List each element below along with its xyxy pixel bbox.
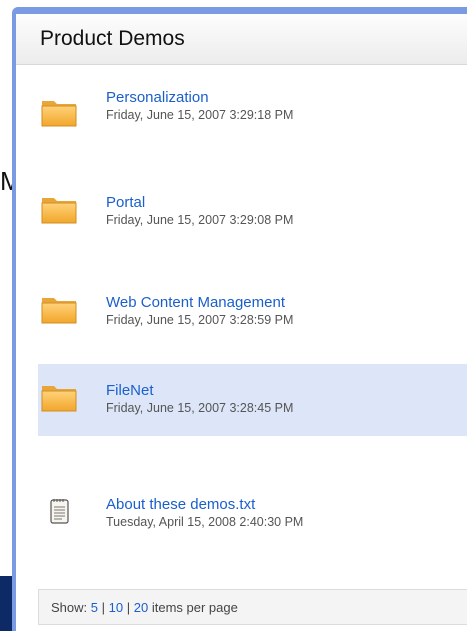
- item-date: Friday, June 15, 2007 3:28:45 PM: [106, 401, 294, 415]
- page-size-20-link[interactable]: 20: [134, 600, 148, 615]
- item-name-link[interactable]: FileNet: [106, 382, 154, 399]
- items-per-page-control: Show: 5 | 10 | 20 items per page: [51, 600, 238, 615]
- item-name-link[interactable]: Portal: [106, 194, 145, 211]
- list-item-portal[interactable]: Portal Friday, June 15, 2007 3:29:08 PM: [38, 184, 467, 256]
- list-item-about-these-demos[interactable]: About these demos.txt Tuesday, April 15,…: [38, 484, 467, 556]
- items-per-page-label: items per page: [151, 600, 238, 615]
- item-date: Tuesday, April 15, 2008 2:40:30 PM: [106, 515, 304, 529]
- item-date: Friday, June 15, 2007 3:29:18 PM: [106, 108, 294, 122]
- list-item-web-content-management[interactable]: Web Content Management Friday, June 15, …: [38, 284, 467, 356]
- portlet-body: Product Demos Personalization Friday, Ju…: [16, 14, 467, 631]
- folder-icon: [41, 198, 77, 224]
- pagination-footer: Show: 5 | 10 | 20 items per page: [38, 589, 467, 625]
- show-label: Show:: [51, 600, 88, 615]
- item-name-link[interactable]: About these demos.txt: [106, 496, 255, 513]
- item-date: Friday, June 15, 2007 3:29:08 PM: [106, 213, 294, 227]
- list-item-personalization[interactable]: Personalization Friday, June 15, 2007 3:…: [38, 79, 467, 151]
- folder-icon: [41, 101, 77, 127]
- page-size-10-link[interactable]: 10: [109, 600, 123, 615]
- portlet-title: Product Demos: [40, 27, 185, 50]
- separator: |: [126, 600, 131, 615]
- item-name-link[interactable]: Web Content Management: [106, 294, 285, 311]
- item-name-link[interactable]: Personalization: [106, 89, 209, 106]
- background-partial-text: M: [0, 166, 12, 196]
- background-dark-block: [0, 576, 12, 631]
- list-item-filenet[interactable]: FileNet Friday, June 15, 2007 3:28:45 PM: [38, 364, 467, 436]
- page-size-5-link[interactable]: 5: [91, 600, 98, 615]
- text-file-icon: [50, 499, 69, 524]
- item-date: Friday, June 15, 2007 3:28:59 PM: [106, 313, 294, 327]
- folder-icon: [41, 298, 77, 324]
- separator: |: [101, 600, 106, 615]
- portlet-header: Product Demos: [16, 14, 467, 65]
- folder-icon: [41, 386, 77, 412]
